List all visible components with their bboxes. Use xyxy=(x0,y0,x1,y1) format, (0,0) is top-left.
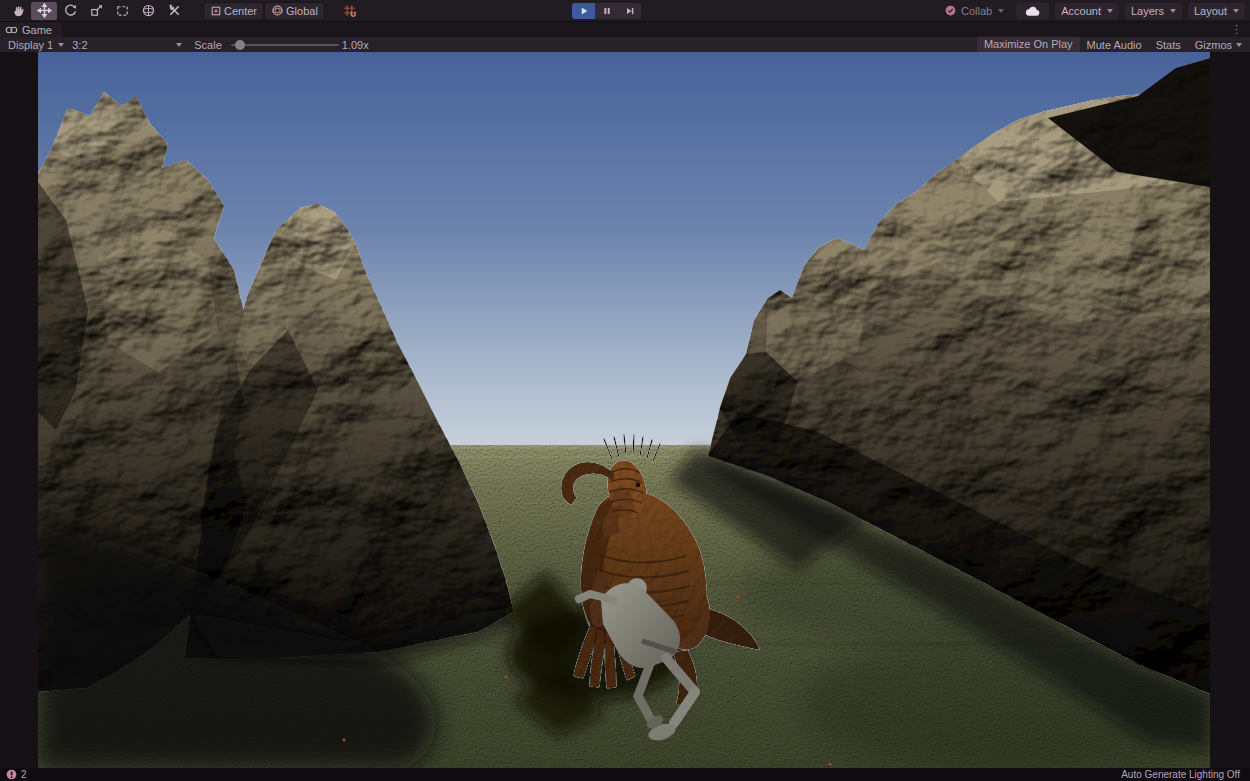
scale-tool-icon xyxy=(89,3,104,18)
display-dropdown[interactable]: Display 1 xyxy=(4,39,68,51)
grid-snap-icon xyxy=(342,3,357,18)
tab-bar: Game ⋮ xyxy=(0,22,1250,37)
scale-slider[interactable] xyxy=(231,44,339,46)
pivot-global-button[interactable]: Global xyxy=(264,2,325,20)
step-icon xyxy=(624,5,636,17)
cloud-icon xyxy=(1025,5,1040,17)
stats-toggle[interactable]: Stats xyxy=(1149,39,1188,51)
custom-editor-tools-button[interactable] xyxy=(161,2,187,20)
kebab-menu-icon[interactable]: ⋮ xyxy=(1223,22,1250,37)
game-view-controlbar: Display 1 3:2 Scale 1.09x Maximize On Pl… xyxy=(0,37,1250,52)
display-label: Display 1 xyxy=(8,39,53,51)
account-label: Account xyxy=(1061,5,1101,17)
scale-control: Scale 1.09x xyxy=(190,39,372,51)
aspect-dropdown[interactable]: 3:2 xyxy=(68,39,186,51)
layout-label: Layout xyxy=(1194,5,1227,17)
game-viewport xyxy=(0,52,1250,768)
collab-arrow-icon xyxy=(998,9,1004,13)
rotate-tool-icon xyxy=(63,3,78,18)
rotate-tool-button[interactable] xyxy=(57,2,83,20)
grid-snap-button[interactable] xyxy=(337,2,363,20)
hand-tool-icon xyxy=(11,3,26,18)
rect-tool-button[interactable] xyxy=(109,2,135,20)
collab-dropdown[interactable]: Collab xyxy=(938,3,1010,19)
custom-editor-tools-icon xyxy=(167,3,182,18)
aspect-label: 3:2 xyxy=(72,39,87,51)
gizmos-arrow-icon xyxy=(1236,43,1242,47)
scale-tool-button[interactable] xyxy=(83,2,109,20)
warning-indicator[interactable]: 2 xyxy=(6,769,27,780)
maximize-on-play-toggle[interactable]: Maximize On Play xyxy=(977,37,1080,52)
layout-arrow-icon xyxy=(1233,9,1239,13)
pivot-center-button[interactable]: Center xyxy=(203,2,264,20)
collab-label: Collab xyxy=(961,5,992,17)
status-message[interactable]: Auto Generate Lighting Off xyxy=(1121,769,1244,780)
play-icon xyxy=(578,5,590,17)
gizmos-dropdown[interactable]: Gizmos xyxy=(1188,39,1234,51)
layers-arrow-icon xyxy=(1170,9,1176,13)
step-button[interactable] xyxy=(618,3,641,19)
display-arrow-icon xyxy=(58,43,64,47)
layout-dropdown[interactable]: Layout xyxy=(1188,3,1245,19)
transform-tool-icon xyxy=(141,3,156,18)
cloud-button[interactable] xyxy=(1016,3,1049,19)
aspect-arrow-icon xyxy=(176,43,182,47)
pivot-center-icon xyxy=(210,5,222,17)
pause-button[interactable] xyxy=(595,3,618,19)
game-scene xyxy=(38,52,1210,768)
rect-tool-icon xyxy=(115,3,130,18)
pivot-global-icon xyxy=(271,4,284,17)
warning-count: 2 xyxy=(21,769,27,780)
scale-label: Scale xyxy=(194,39,222,51)
pivot-global-label: Global xyxy=(286,5,318,17)
account-dropdown[interactable]: Account xyxy=(1055,3,1119,19)
warning-icon xyxy=(6,769,17,780)
transform-tool-button[interactable] xyxy=(135,2,161,20)
pivot-center-label: Center xyxy=(224,5,257,17)
layers-dropdown[interactable]: Layers xyxy=(1125,3,1182,19)
move-tool-button[interactable] xyxy=(31,2,57,20)
collab-icon xyxy=(944,4,957,17)
status-bar: 2 Auto Generate Lighting Off xyxy=(0,768,1250,781)
scale-slider-knob[interactable] xyxy=(235,40,245,50)
mute-audio-toggle[interactable]: Mute Audio xyxy=(1080,39,1149,51)
pause-icon xyxy=(601,5,613,17)
game-view-icon xyxy=(5,25,18,35)
move-tool-icon xyxy=(37,3,52,18)
tab-game[interactable]: Game xyxy=(0,22,62,37)
scale-value: 1.09x xyxy=(342,39,369,51)
layers-label: Layers xyxy=(1131,5,1164,17)
hand-tool-button[interactable] xyxy=(5,2,31,20)
main-toolbar: Center Global Collab Account xyxy=(0,0,1250,22)
account-arrow-icon xyxy=(1107,9,1113,13)
play-button[interactable] xyxy=(572,3,595,19)
game-tab-label: Game xyxy=(22,24,52,36)
